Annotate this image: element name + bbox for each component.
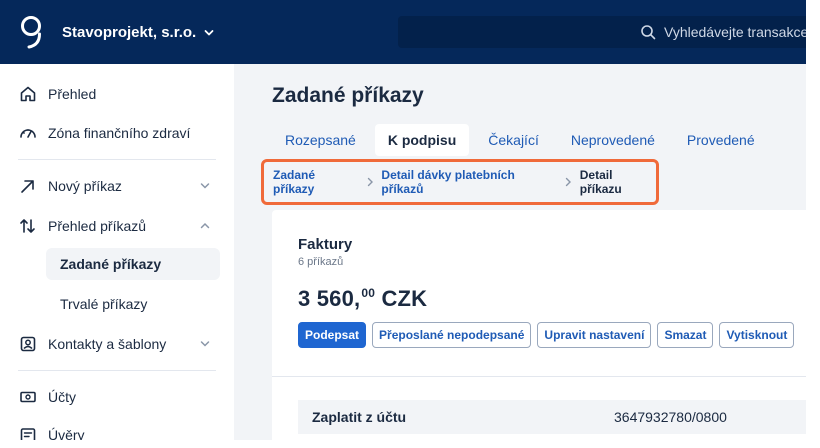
card-divider: [272, 376, 806, 377]
search-icon: [641, 25, 656, 40]
sidebar-subitem-label: Zadané příkazy: [60, 256, 162, 272]
sidebar-item-zona[interactable]: Zóna finančního zdraví: [18, 116, 218, 150]
chevron-right-icon: [562, 176, 574, 188]
sign-button[interactable]: Podepsat: [298, 322, 367, 348]
tab-cekajici[interactable]: Čekající: [475, 124, 552, 156]
sidebar-item-label: Zóna finančního zdraví: [48, 125, 191, 141]
sidebar-item-prehled[interactable]: Přehled: [18, 77, 218, 111]
chevron-down-icon: [204, 29, 214, 35]
loan-icon: [18, 425, 38, 440]
search-input[interactable]: [664, 24, 806, 40]
company-switcher[interactable]: Stavoprojekt, s.r.o.: [62, 24, 214, 41]
sidebar-divider: [18, 159, 216, 160]
sidebar-subitem-trvale-prikazy[interactable]: Trvalé příkazy: [46, 288, 220, 320]
sidebar: Přehled Zóna finančního zdraví Nový přík…: [0, 64, 234, 440]
chevron-up-icon: [200, 222, 210, 229]
breadcrumb-link[interactable]: Detail dávky platebních příkazů: [381, 168, 556, 196]
chevron-right-icon: [364, 176, 376, 188]
tab-rozepsane[interactable]: Rozepsané: [272, 124, 369, 156]
sidebar-item-ucty[interactable]: Účty: [18, 380, 218, 414]
banknote-icon: [18, 387, 38, 407]
info-value: 3647932780/0800: [614, 409, 727, 425]
sidebar-divider: [18, 370, 216, 371]
sidebar-item-label: Přehled příkazů: [48, 218, 147, 234]
amount-decimals: 00: [361, 286, 376, 300]
sidebar-item-uvery[interactable]: Úvěry: [18, 418, 218, 440]
sidebar-item-label: Přehled: [48, 86, 97, 102]
sidebar-subitem-label: Trvalé příkazy: [60, 296, 148, 312]
search-bar[interactable]: [398, 16, 806, 48]
breadcrumb-link[interactable]: Zadané příkazy: [273, 168, 358, 196]
sidebar-item-kontakty[interactable]: Kontakty a šablony: [18, 327, 218, 361]
logo-icon: [21, 16, 41, 49]
info-row-account: Zaplatit z účtu 3647932780/0800: [298, 400, 806, 434]
breadcrumb: Zadané příkazy Detail dávky platebních p…: [261, 159, 659, 205]
card-title: Faktury: [298, 236, 353, 253]
amount-currency: CZK: [381, 286, 428, 311]
contact-icon: [18, 334, 38, 354]
app-window: Stavoprojekt, s.r.o. Přehled Zóna finanč: [0, 0, 806, 440]
breadcrumb-current: Detail příkazu: [579, 168, 622, 196]
forwarded-unsigned-button[interactable]: Přeposlané nepodepsané: [372, 322, 532, 348]
tab-provedene[interactable]: Provedené: [674, 124, 768, 156]
tab-bar: Rozepsané K podpisu Čekající Neprovedené…: [272, 124, 774, 156]
card-subtitle: 6 příkazů: [298, 256, 344, 268]
sidebar-item-novy-prikaz[interactable]: Nový příkaz: [18, 169, 218, 203]
chevron-down-icon: [200, 183, 210, 189]
sidebar-subitem-zadane-prikazy[interactable]: Zadané příkazy: [46, 248, 220, 280]
top-bar: Stavoprojekt, s.r.o.: [0, 0, 806, 64]
sidebar-item-prehled-prikazu[interactable]: Přehled příkazů: [18, 209, 218, 243]
edit-settings-button[interactable]: Upravit nastavení: [537, 322, 652, 348]
home-icon: [18, 84, 38, 104]
chevron-down-icon: [200, 341, 210, 347]
transfer-arrows-icon: [18, 216, 38, 236]
page-title: Zadané příkazy: [272, 84, 424, 107]
company-name: Stavoprojekt, s.r.o.: [62, 24, 197, 41]
tab-neprovedene[interactable]: Neprovedené: [558, 124, 668, 156]
payment-card: Faktury 6 příkazů 3 560,00 CZK Podepsat …: [272, 210, 806, 440]
amount-main: 3 560,: [298, 286, 361, 311]
action-bar: Podepsat Přeposlané nepodepsané Upravit …: [298, 322, 795, 348]
gauge-icon: [18, 123, 38, 143]
print-button[interactable]: Vytisknout: [719, 322, 795, 348]
sidebar-item-label: Úvěry: [48, 427, 85, 440]
sidebar-item-label: Účty: [48, 389, 76, 405]
amount: 3 560,00 CZK: [298, 286, 427, 312]
arrow-up-right-icon: [18, 176, 38, 196]
info-label: Zaplatit z účtu: [312, 409, 407, 425]
delete-button[interactable]: Smazat: [657, 322, 714, 348]
sidebar-item-label: Kontakty a šablony: [48, 336, 167, 352]
sidebar-item-label: Nový příkaz: [48, 178, 122, 194]
tab-k-podpisu[interactable]: K podpisu: [374, 124, 470, 156]
